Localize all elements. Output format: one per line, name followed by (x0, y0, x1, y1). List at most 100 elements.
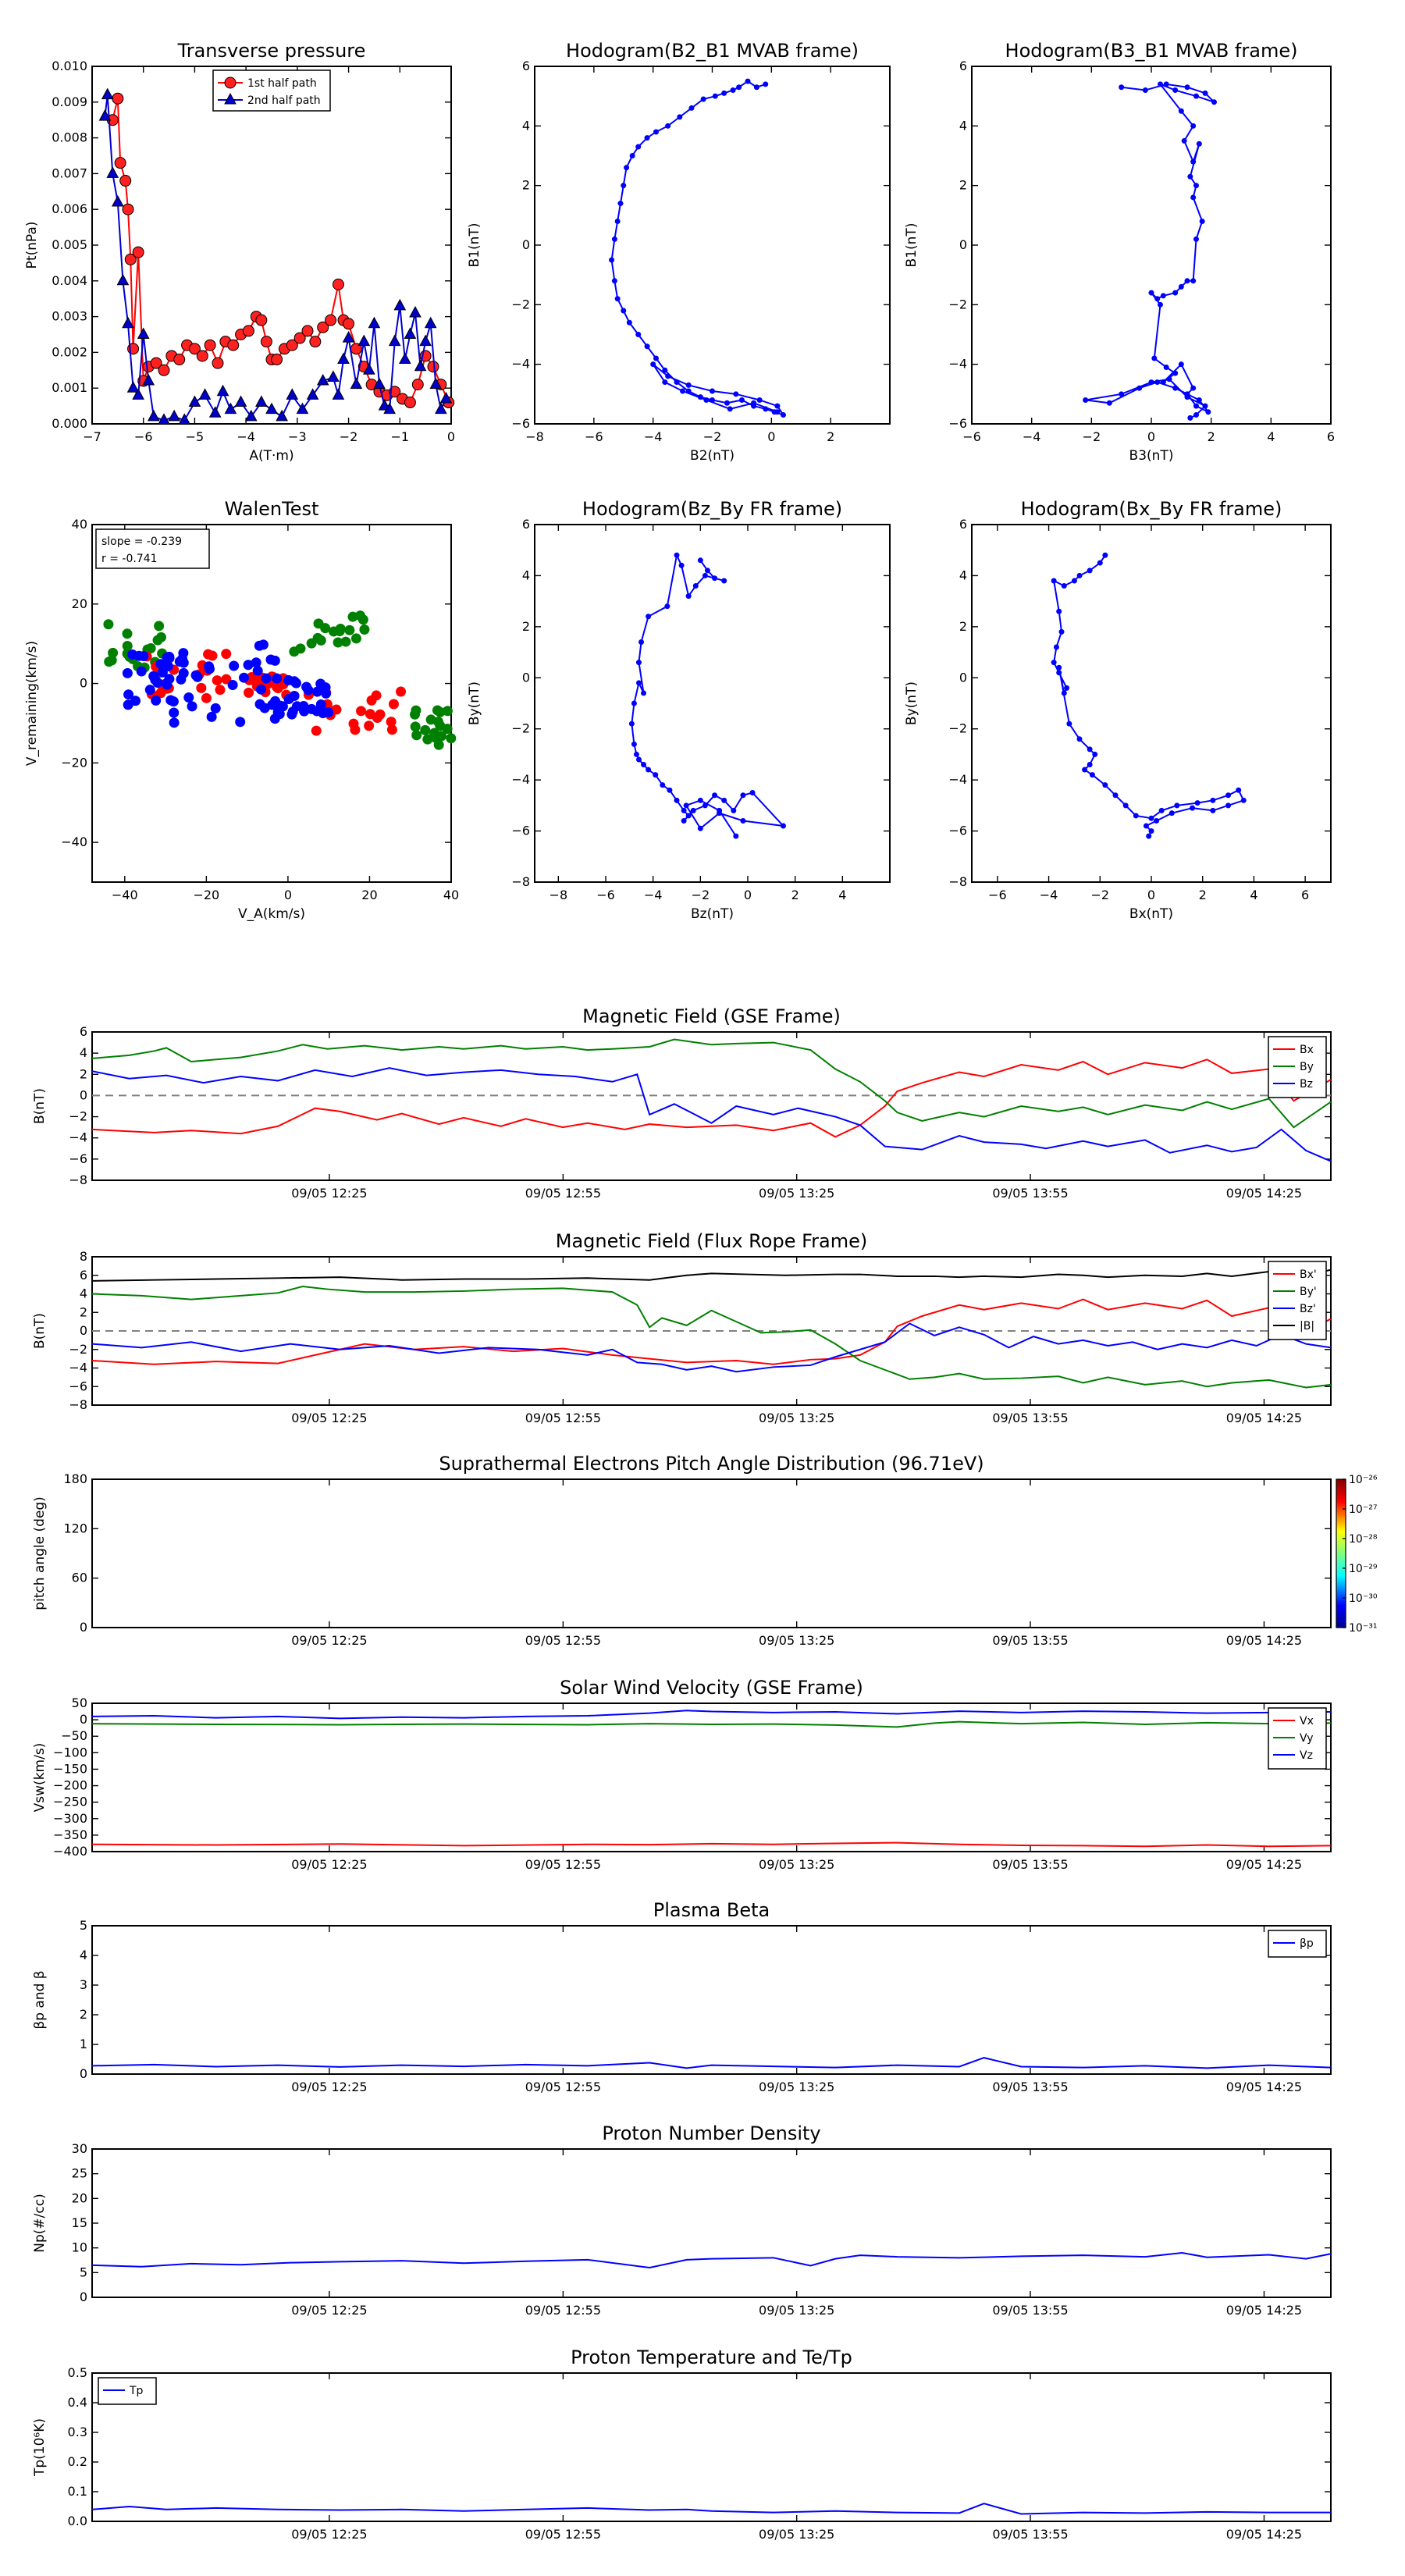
data-point (712, 792, 718, 799)
y-axis-label: Np(#/cc) (32, 2194, 48, 2252)
data-point (1184, 394, 1190, 400)
x-axis-label: V_A(km/s) (238, 906, 305, 922)
data-point (122, 628, 133, 639)
y-tick-label: 2 (522, 178, 530, 193)
data-point (165, 695, 176, 706)
data-point (227, 339, 240, 351)
y-axis-label: By(nT) (904, 681, 919, 725)
data-point (168, 409, 180, 422)
series-line-p (91, 2057, 1332, 2069)
data-point (290, 678, 301, 688)
y-tick-label: −2 (69, 1342, 87, 1357)
y-tick-label: 0.004 (52, 273, 87, 288)
data-point (774, 403, 781, 409)
data-point (289, 690, 300, 701)
data-point (1051, 660, 1057, 666)
data-point (1151, 355, 1158, 361)
data-point (1172, 370, 1179, 376)
data-point (227, 680, 238, 691)
data-point (633, 751, 639, 757)
data-point (183, 692, 194, 703)
y-axis-label: B1(nT) (467, 223, 482, 268)
data-point (1102, 782, 1108, 788)
series-line-data (91, 2251, 1332, 2269)
data-point (1193, 93, 1199, 99)
data-point (1056, 670, 1062, 676)
data-point (1053, 644, 1059, 650)
data-point (348, 718, 359, 729)
y-tick-label: 0 (522, 237, 530, 252)
data-point (751, 400, 757, 406)
x-tick-label: 40 (443, 888, 459, 902)
data-point (662, 379, 668, 386)
y-tick-label: 50 (72, 1695, 87, 1710)
y-axis-label: V_remaining(km/s) (24, 641, 40, 766)
data-point (674, 552, 680, 558)
y-tick-label: 0.001 (52, 380, 87, 395)
data-point (1146, 833, 1152, 839)
data-point (1143, 823, 1149, 829)
data-point (192, 671, 203, 682)
data-point (255, 684, 266, 695)
data-point (685, 388, 692, 394)
y-tick-label: 30 (72, 2141, 87, 2156)
y-tick-label: −20 (61, 755, 87, 770)
data-point (635, 680, 642, 686)
data-point (621, 183, 627, 189)
x-tick-label: 6 (1327, 429, 1335, 444)
data-point (683, 802, 689, 809)
x-tick-label: −40 (112, 888, 138, 902)
data-point (614, 218, 621, 224)
chart-title: Proton Number Density (602, 2122, 820, 2144)
x-tick-label: 09/05 13:55 (992, 2527, 1068, 2542)
y-tick-label: 5 (80, 1918, 87, 1933)
legend-label: βp (1300, 1937, 1314, 1950)
chart-title: Proton Temperature and Te/Tp (571, 2347, 852, 2368)
data-point (745, 78, 751, 84)
data-point (108, 647, 119, 658)
data-point (411, 379, 424, 391)
data-point (365, 709, 375, 720)
data-point (1076, 736, 1083, 742)
data-point (116, 273, 130, 286)
data-point (697, 394, 703, 400)
x-tick-label: −8 (525, 429, 544, 444)
y-tick-label: −6 (511, 824, 530, 838)
data-point (238, 672, 249, 683)
x-tick-label: 09/05 13:25 (759, 1633, 834, 1648)
y-tick-label: 0.005 (52, 237, 87, 252)
data-point (1087, 762, 1093, 768)
data-point (169, 707, 180, 718)
y-tick-label: −150 (53, 1761, 87, 1776)
figure: Transverse pressure0.0000.0010.0020.0030… (24, 40, 1378, 2542)
data-point (261, 673, 272, 684)
x-tick-label: −2 (1083, 429, 1101, 444)
x-tick-label: 09/05 14:25 (1226, 1186, 1302, 1201)
data-point (306, 703, 317, 714)
data-point (736, 84, 742, 91)
data-point (1190, 385, 1197, 391)
data-point (399, 352, 411, 365)
x-tick-label: −4 (1040, 888, 1058, 902)
data-point (243, 660, 254, 671)
x-tick-label: 09/05 12:55 (525, 2080, 601, 2094)
y-tick-label: −50 (61, 1728, 87, 1743)
data-point (703, 397, 710, 403)
scatter-points (103, 610, 457, 750)
data-point (104, 656, 115, 667)
data-point (611, 278, 617, 284)
y-tick-label: −6 (948, 824, 967, 838)
y-tick-label: 0.5 (68, 2365, 87, 2380)
x-tick-label: 09/05 13:25 (759, 1186, 834, 1201)
data-point (1158, 301, 1163, 308)
series-2nd-half-path (98, 87, 453, 425)
y-tick-label: 0 (80, 2290, 87, 2304)
y-tick-label: 4 (959, 118, 967, 133)
data-point (1187, 415, 1193, 421)
data-point (781, 823, 786, 829)
y-tick-label: 0 (80, 1087, 87, 1102)
data-point (1148, 815, 1154, 821)
data-point (631, 700, 637, 706)
x-tick-label: 09/05 12:25 (291, 1633, 367, 1648)
series-line-vy (91, 1720, 1332, 1728)
